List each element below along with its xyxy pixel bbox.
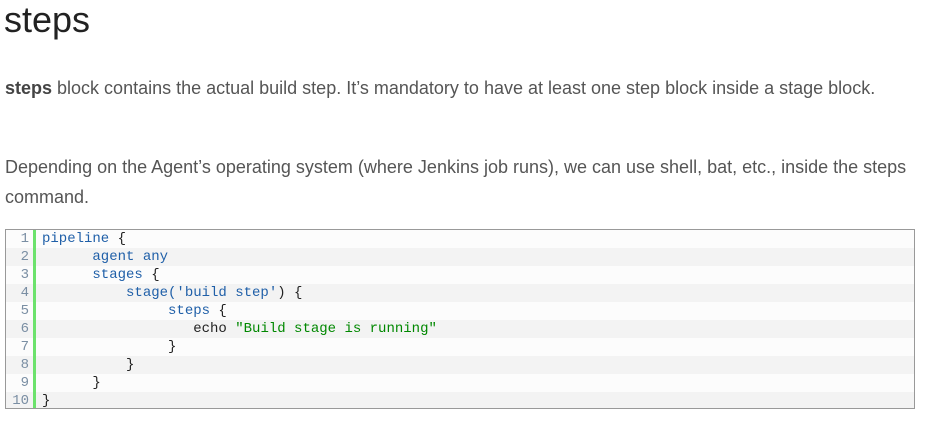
code-token: 'build step' — [176, 285, 278, 301]
code-line: 8 } — [6, 356, 914, 374]
code-token: { — [142, 267, 160, 283]
code-token: agent any — [42, 249, 169, 265]
code-text: stages { — [36, 266, 160, 284]
code-token: { — [210, 303, 227, 319]
line-number: 8 — [6, 356, 36, 374]
line-number: 5 — [6, 302, 36, 320]
line-number: 3 — [6, 266, 36, 284]
code-line: 10} — [6, 392, 914, 409]
code-line: 4 stage('build step') { — [6, 284, 914, 302]
code-token: } — [42, 339, 177, 355]
code-token: stages — [42, 267, 143, 283]
code-line: 3 stages { — [6, 266, 914, 284]
code-token: echo — [42, 321, 236, 337]
code-token: } — [42, 357, 135, 373]
code-token: steps — [42, 303, 211, 319]
code-line: 1 pipeline { — [6, 230, 914, 248]
line-number: 6 — [6, 320, 36, 338]
code-line: 6 echo "Build stage is running" — [6, 320, 914, 338]
code-token: ) { — [277, 285, 303, 301]
line-number: 2 — [6, 248, 36, 266]
code-line: 2 agent any — [6, 248, 914, 266]
code-token: pipeline — [42, 231, 110, 247]
page-heading: steps — [4, 0, 91, 40]
line-number: 4 — [6, 284, 36, 302]
code-token: } — [42, 393, 51, 409]
code-text: } — [36, 392, 51, 409]
agent-description: Depending on the Agent’s operating syste… — [5, 157, 907, 207]
steps-description-text: block contains the actual build step. It… — [52, 78, 876, 98]
code-token: "Build stage is running" — [235, 321, 437, 337]
code-text: agent any — [36, 248, 168, 266]
line-number: 9 — [6, 374, 36, 392]
code-token: { — [109, 231, 127, 247]
code-token: } — [42, 375, 101, 391]
steps-keyword: steps — [5, 78, 53, 98]
code-block: 1 pipeline {2 agent any 3 stages {4 stage(… — [5, 229, 915, 409]
steps-description: steps block contains the actual build st… — [5, 73, 920, 103]
code-line: 5 steps { — [6, 302, 914, 320]
code-text: } — [36, 338, 176, 356]
code-text: } — [36, 356, 134, 374]
line-number: 1 — [6, 230, 36, 248]
code-text: echo "Build stage is running" — [36, 320, 437, 338]
line-number: 10 — [6, 392, 36, 408]
code-text: steps { — [36, 302, 227, 320]
code-text: pipeline { — [36, 230, 126, 248]
code-text: stage('build step') { — [36, 284, 302, 302]
code-text: } — [36, 374, 101, 392]
code-line: 9 } — [6, 374, 914, 392]
code-line: 7 } — [6, 338, 914, 356]
code-token: stage( — [42, 285, 177, 301]
line-number: 7 — [6, 338, 36, 356]
